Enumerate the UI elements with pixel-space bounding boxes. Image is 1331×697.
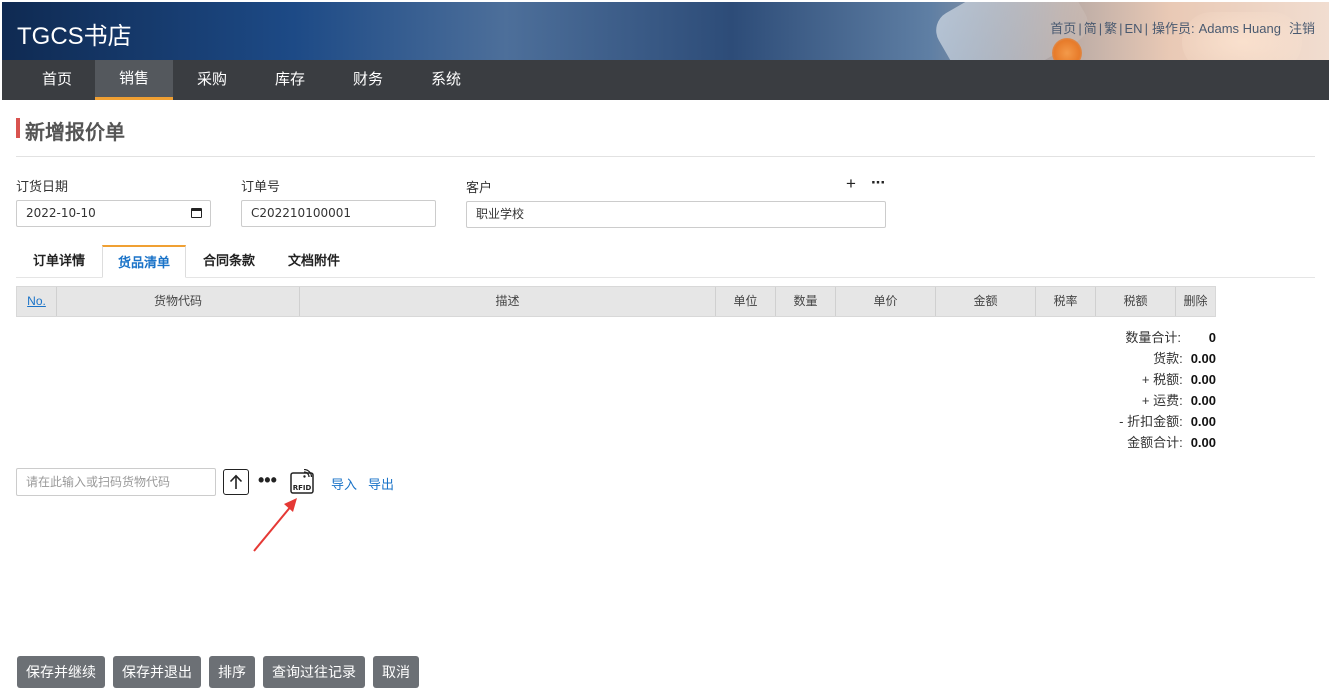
totals-summary: 数量合计: 0 货款: 0.00 + 税额: 0.00 + 运费: 0.00 -… <box>1016 327 1216 453</box>
app-logo: TGCS书店 <box>17 23 132 50</box>
grand-total-label: 金额合计: <box>1127 435 1183 450</box>
freight-label: + 运费: <box>1141 393 1183 408</box>
column-header-unit-price: 单价 <box>836 287 936 316</box>
nav-item-finance[interactable]: 财务 <box>329 60 407 100</box>
home-link[interactable]: 首页 <box>1050 21 1076 36</box>
order-number-input[interactable]: C202210100001 <box>241 200 436 227</box>
grand-total-value: 0.00 <box>1190 435 1216 450</box>
import-link[interactable]: 导入 <box>331 474 357 493</box>
more-options-icon[interactable]: ••• <box>258 470 277 490</box>
tax-amount-row: + 税额: 0.00 <box>1016 369 1216 390</box>
separator: | <box>1144 21 1148 36</box>
column-header-delete: 删除 <box>1183 294 1208 308</box>
save-and-exit-button[interactable]: 保存并退出 <box>113 656 201 688</box>
nav-item-system[interactable]: 系统 <box>407 60 485 100</box>
discount-label: - 折扣金额: <box>1119 414 1183 429</box>
save-and-continue-button[interactable]: 保存并继续 <box>17 656 105 688</box>
more-icon[interactable]: ··· <box>871 174 886 191</box>
rfid-icon[interactable]: RFID <box>290 468 316 495</box>
nav-item-inventory[interactable]: 库存 <box>251 60 329 100</box>
logout-link[interactable]: 注销 <box>1289 21 1315 36</box>
arrow-up-icon <box>229 474 243 489</box>
nav-item-sales[interactable]: 销售 <box>95 60 173 100</box>
tax-amount-label: + 税额: <box>1141 372 1183 387</box>
column-header-tax-rate: 税率 <box>1036 287 1096 316</box>
order-date-label: 订货日期 <box>16 179 69 194</box>
column-header-description: 描述 <box>300 287 716 316</box>
separator: | <box>1098 21 1103 36</box>
simplified-chinese-link[interactable]: 简 <box>1084 21 1097 36</box>
divider <box>16 156 1315 157</box>
tab-attachments[interactable]: 文档附件 <box>274 245 354 278</box>
tab-contract-terms[interactable]: 合同条款 <box>190 245 268 278</box>
operator-name: Adams Huang <box>1198 21 1281 36</box>
column-header-unit: 单位 <box>716 287 776 316</box>
nav-item-purchase[interactable]: 采购 <box>173 60 251 100</box>
tax-amount-value: 0.00 <box>1190 372 1216 387</box>
page-title: 新增报价单 <box>25 122 125 144</box>
separator: | <box>1078 21 1082 36</box>
column-header-amount: 金额 <box>936 287 1036 316</box>
freight-row: + 运费: 0.00 <box>1016 390 1216 411</box>
calendar-icon[interactable] <box>191 208 202 218</box>
title-accent-bar <box>16 118 20 138</box>
total-quantity-value: 0 <box>1208 330 1216 345</box>
rfid-label: RFID <box>293 484 312 492</box>
column-header-no[interactable]: No. <box>17 287 57 316</box>
customer-label: 客户 <box>466 180 493 195</box>
main-nav: 首页 销售 采购 库存 财务 系统 <box>2 60 1329 100</box>
discount-value: 0.00 <box>1190 414 1216 429</box>
operator-label: 操作员: <box>1151 21 1195 36</box>
column-header-quantity: 数量 <box>776 287 836 316</box>
grand-total-row: 金额合计: 0.00 <box>1016 432 1216 453</box>
cancel-button[interactable]: 取消 <box>373 656 419 688</box>
annotation-arrow <box>253 498 297 552</box>
total-quantity-label: 数量合计: <box>1125 330 1181 345</box>
item-code-scan-input[interactable]: 请在此输入或扫码货物代码 <box>16 468 216 496</box>
english-link[interactable]: EN <box>1125 21 1143 36</box>
total-quantity-row: 数量合计: 0 <box>1016 327 1216 348</box>
header-decoration <box>1052 38 1082 60</box>
column-header-tax-amount: 税额 <box>1096 287 1176 316</box>
sort-button[interactable]: 排序 <box>209 656 255 688</box>
export-link[interactable]: 导出 <box>368 474 394 493</box>
app-header: TGCS书店 首页 | 简 | 繁 | EN | 操作员: Adams Huang 注销 <box>2 2 1329 60</box>
plus-icon[interactable]: + <box>846 175 856 192</box>
goods-table-header: No. 货物代码 描述 单位 数量 单价 金额 税率 税额 删除 <box>16 286 1216 317</box>
goods-amount-label: 货款: <box>1153 351 1183 366</box>
customer-input[interactable]: 职业学校 <box>466 201 886 228</box>
traditional-chinese-link[interactable]: 繁 <box>1104 21 1117 36</box>
upload-button[interactable] <box>223 469 249 495</box>
query-history-button[interactable]: 查询过往记录 <box>263 656 365 688</box>
order-date-value: 2022-10-10 <box>26 206 96 220</box>
top-links: 首页 | 简 | 繁 | EN | 操作员: Adams Huang 注销 <box>1050 18 1315 37</box>
order-number-label: 订单号 <box>241 179 281 194</box>
discount-row: - 折扣金额: 0.00 <box>1016 411 1216 432</box>
column-header-item-code: 货物代码 <box>57 287 300 316</box>
goods-amount-row: 货款: 0.00 <box>1016 348 1216 369</box>
order-date-input[interactable]: 2022-10-10 <box>16 200 211 227</box>
nav-item-home[interactable]: 首页 <box>18 60 96 100</box>
goods-amount-value: 0.00 <box>1190 351 1216 366</box>
tab-order-details[interactable]: 订单详情 <box>19 245 99 278</box>
separator: | <box>1119 21 1123 36</box>
tab-goods-list[interactable]: 货品清单 <box>102 245 186 278</box>
freight-value: 0.00 <box>1190 393 1216 408</box>
